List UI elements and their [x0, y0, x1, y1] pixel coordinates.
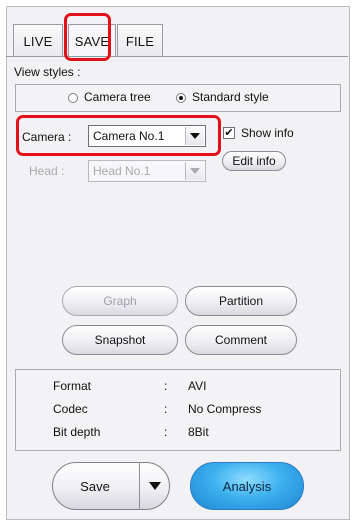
head-select-value: Head No.1 — [93, 164, 151, 178]
chevron-down-icon — [149, 482, 161, 490]
analysis-button[interactable]: Analysis — [190, 462, 304, 510]
analysis-button-label: Analysis — [222, 478, 272, 494]
info-sep-codec: : — [164, 402, 168, 416]
save-options-dropdown[interactable] — [140, 462, 170, 510]
tab-live-label: LIVE — [23, 33, 53, 49]
partition-button-label: Partition — [218, 294, 264, 308]
edit-info-label: Edit info — [232, 154, 276, 168]
info-value-codec: No Compress — [188, 402, 262, 416]
info-key-codec: Codec — [53, 402, 88, 416]
radio-standard-style-label: Standard style — [192, 90, 269, 104]
tab-live[interactable]: LIVE — [13, 24, 63, 57]
comment-button-label: Comment — [214, 333, 267, 347]
show-info-label: Show info — [241, 126, 294, 140]
radio-camera-tree-label: Camera tree — [84, 90, 151, 104]
tab-file[interactable]: FILE — [117, 24, 163, 57]
view-styles-label: View styles : — [14, 65, 81, 79]
info-value-format: AVI — [188, 379, 207, 393]
head-label: Head : — [29, 164, 65, 178]
info-sep-bitdepth: : — [164, 425, 168, 439]
info-key-bitdepth: Bit depth — [53, 425, 101, 439]
snapshot-button-label: Snapshot — [94, 333, 146, 347]
show-info-checkbox[interactable]: ✔ — [223, 127, 235, 139]
info-sep-format: : — [164, 379, 168, 393]
graph-button-label: Graph — [103, 294, 137, 308]
radio-camera-tree[interactable] — [68, 93, 78, 103]
edit-info-button[interactable]: Edit info — [222, 151, 286, 171]
head-select-dropdown[interactable] — [185, 162, 204, 180]
head-select[interactable]: Head No.1 — [88, 160, 206, 182]
save-button-label: Save — [80, 478, 110, 494]
partition-button[interactable]: Partition — [185, 286, 297, 316]
snapshot-button[interactable]: Snapshot — [62, 325, 178, 355]
tab-file-label: FILE — [125, 33, 155, 49]
comment-button[interactable]: Comment — [185, 325, 297, 355]
checkmark-icon: ✔ — [224, 126, 234, 139]
chevron-down-icon — [190, 168, 200, 174]
radio-standard-style[interactable] — [176, 93, 186, 103]
camera-highlight — [16, 115, 221, 156]
save-tab-highlight — [64, 13, 111, 61]
info-value-bitdepth: 8Bit — [188, 425, 209, 439]
tab-strip-divider — [6, 56, 348, 57]
info-key-format: Format — [53, 379, 92, 393]
graph-button[interactable]: Graph — [62, 286, 178, 316]
